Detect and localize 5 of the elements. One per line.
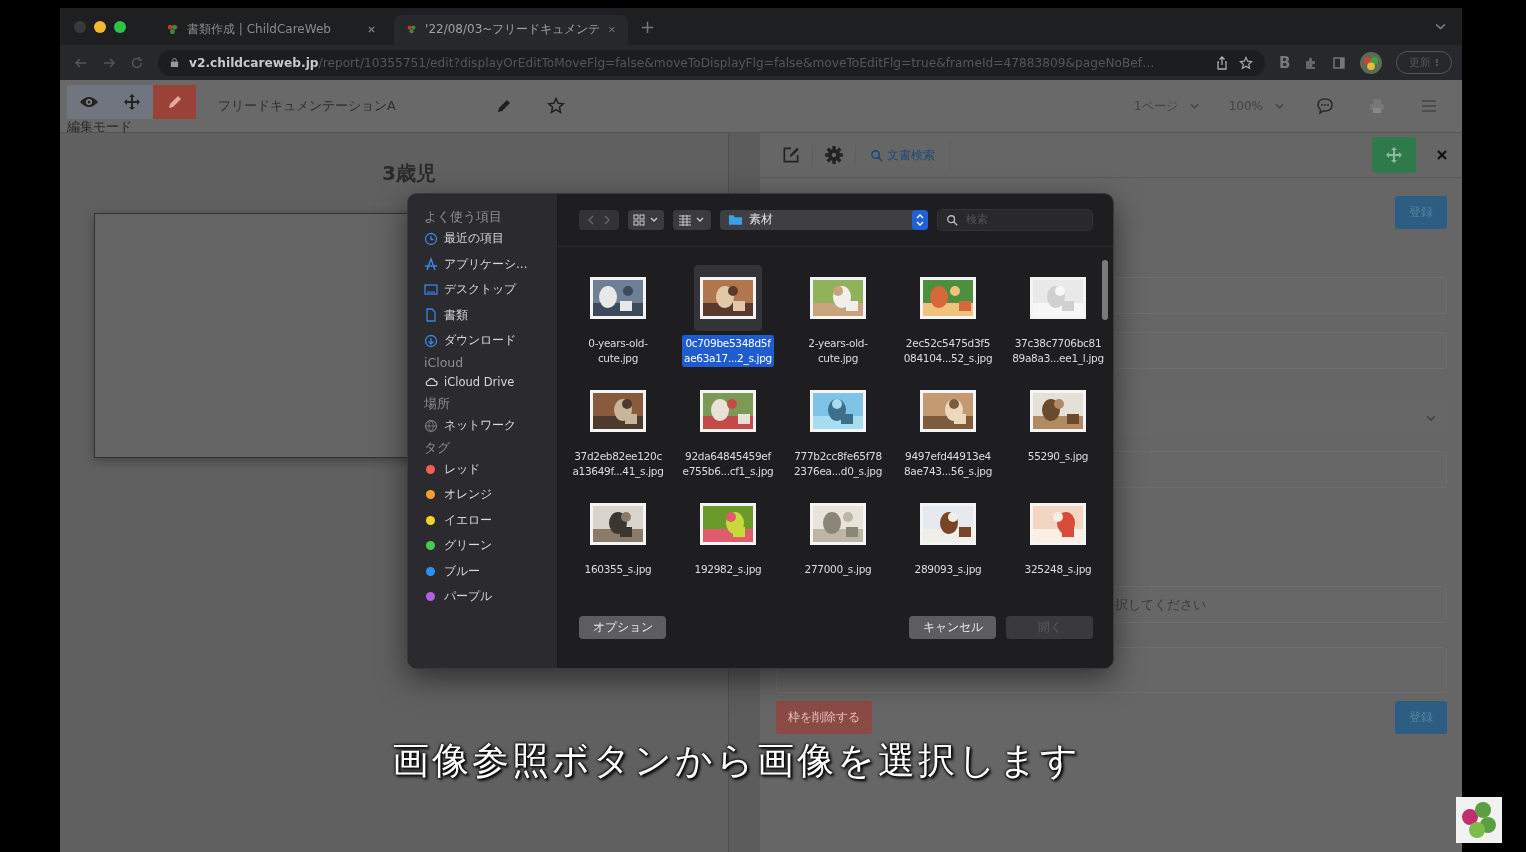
sidebar-header: iCloud (424, 354, 465, 370)
sidebar-header: 場所 (424, 396, 451, 413)
sidebar-header: タグ (424, 439, 451, 457)
subtitle: 画像参照ボタンから画像を選択します (392, 742, 1081, 779)
sidebar-header: よく使う項目 (424, 209, 503, 226)
